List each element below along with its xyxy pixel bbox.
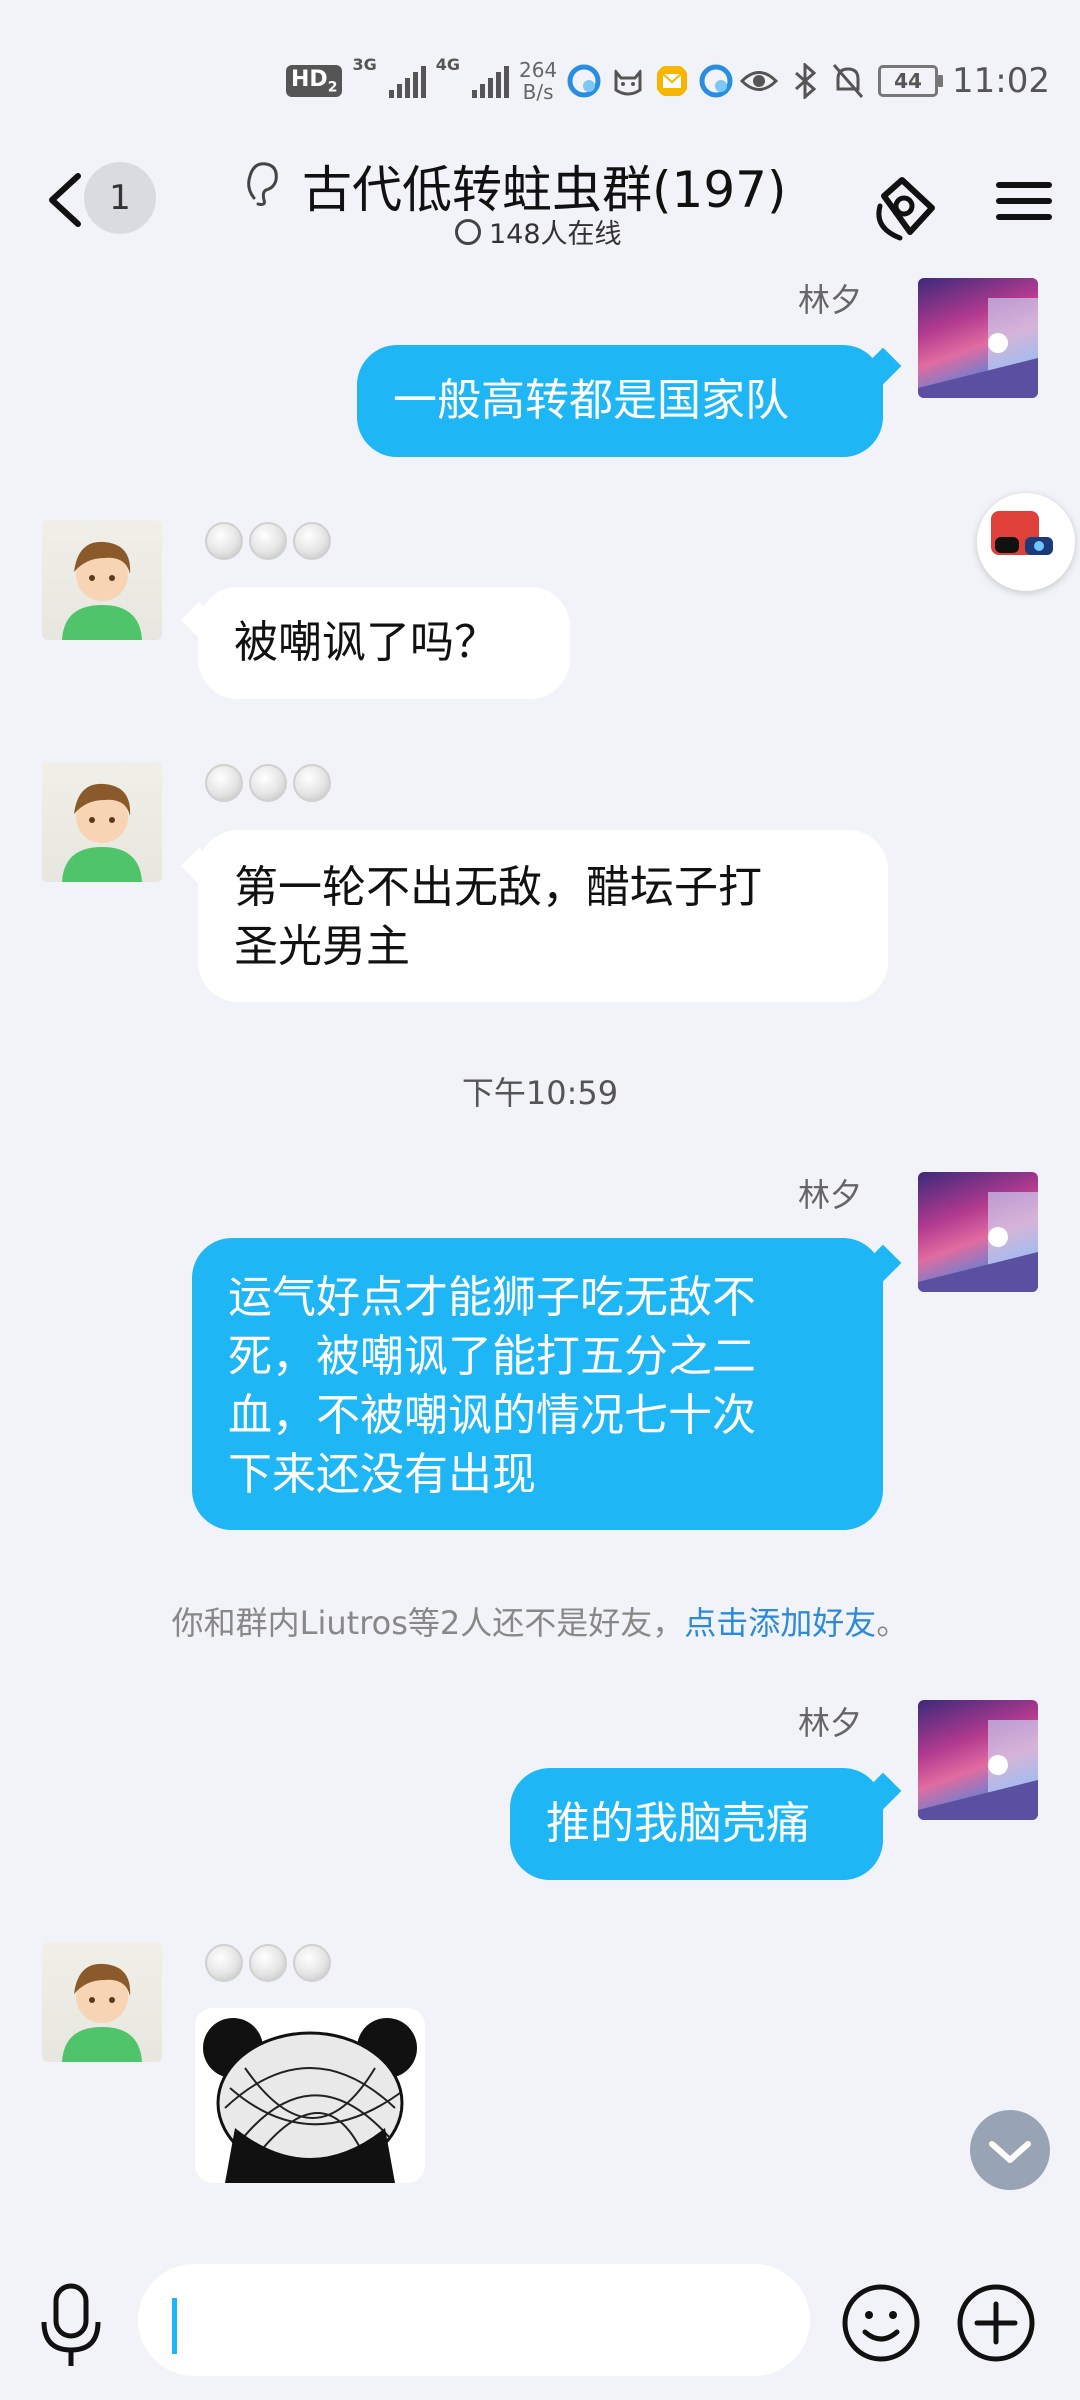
member-level-badges bbox=[205, 522, 331, 560]
status-left: HD2 3G 4G 264 B/s bbox=[286, 55, 733, 107]
mail-icon bbox=[657, 66, 688, 96]
level-badge-icon bbox=[205, 522, 243, 560]
avatar[interactable] bbox=[918, 1700, 1038, 1820]
input-bar bbox=[0, 2250, 1080, 2400]
panda-meme-sticker[interactable] bbox=[195, 2008, 425, 2183]
bluetooth-icon bbox=[795, 63, 817, 99]
avatar[interactable] bbox=[42, 1942, 162, 2062]
chevron-down-icon bbox=[455, 218, 481, 245]
unread-count-badge[interactable]: 1 bbox=[84, 162, 156, 234]
timestamp: 下午10:59 bbox=[461, 1074, 619, 1112]
online-status: 148人在线 bbox=[455, 212, 622, 251]
sender-name: 林夕 bbox=[798, 281, 863, 319]
ear-icon bbox=[247, 162, 278, 206]
message-input[interactable] bbox=[138, 2264, 810, 2376]
floating-pet-icon[interactable] bbox=[977, 493, 1075, 591]
chat-header: 1 古代低转蛀虫群(197) 148人在线 bbox=[0, 150, 1080, 265]
message-bubble[interactable]: 运气好点才能狮子吃无敌不 死，被嘲讽了能打五分之二 血，不被嘲讽的情况七十次 下… bbox=[192, 1238, 883, 1530]
member-level-badges bbox=[205, 1944, 331, 1982]
clock: 11:02 bbox=[952, 61, 1050, 101]
level-badge-icon bbox=[293, 1944, 331, 1982]
avatar[interactable] bbox=[42, 762, 162, 882]
level-badge-icon bbox=[293, 764, 331, 802]
avatar[interactable] bbox=[42, 520, 162, 640]
message-bubble[interactable]: 第一轮不出无敌，醋坛子打 圣光男主 bbox=[198, 830, 888, 1002]
emoji-icon[interactable] bbox=[840, 2282, 922, 2364]
network-3g-label: 3G bbox=[352, 55, 377, 74]
level-badge-icon bbox=[293, 522, 331, 560]
avatar[interactable] bbox=[918, 278, 1038, 398]
level-badge-icon bbox=[249, 522, 287, 560]
level-badge-icon bbox=[249, 1944, 287, 1982]
signal-icon bbox=[471, 64, 509, 98]
cat-icon bbox=[614, 67, 642, 96]
level-badge-icon bbox=[205, 764, 243, 802]
edge-icon bbox=[567, 64, 601, 98]
message-bubble[interactable]: 推的我脑壳痛 bbox=[510, 1768, 883, 1880]
battery-indicator: 44 bbox=[878, 65, 944, 97]
friend-suggestion-note: 你和群内Liutros等2人还不是好友，点击添加好友。 bbox=[171, 1604, 909, 1642]
edge-icon bbox=[699, 64, 733, 98]
member-level-badges bbox=[205, 764, 331, 802]
level-badge-icon bbox=[249, 764, 287, 802]
plus-icon[interactable] bbox=[955, 2282, 1037, 2364]
hd-badge: HD2 bbox=[286, 64, 343, 98]
message-bubble[interactable]: 被嘲讽了吗？ bbox=[198, 587, 570, 699]
eye-icon bbox=[740, 71, 779, 91]
status-right: 44 11:02 bbox=[740, 55, 1050, 107]
network-speed: 264 B/s bbox=[518, 58, 558, 104]
signal-icon bbox=[388, 64, 426, 98]
sender-name: 林夕 bbox=[798, 1176, 863, 1214]
microphone-icon[interactable] bbox=[36, 2280, 106, 2370]
tag-shortcut-icon[interactable] bbox=[870, 172, 942, 244]
menu-icon[interactable] bbox=[996, 174, 1052, 230]
online-count: 148人在线 bbox=[489, 219, 622, 250]
scroll-down-button[interactable] bbox=[970, 2110, 1050, 2190]
status-bar: HD2 3G 4G 264 B/s 44 11:02 bbox=[0, 0, 1080, 150]
message-bubble[interactable]: 一般高转都是国家队 bbox=[357, 345, 883, 457]
add-friend-link[interactable]: 点击添加好友 bbox=[684, 1604, 876, 1642]
level-badge-icon bbox=[205, 1944, 243, 1982]
avatar[interactable] bbox=[918, 1172, 1038, 1292]
network-4g-label: 4G bbox=[435, 55, 460, 74]
sender-name: 林夕 bbox=[798, 1704, 863, 1742]
bell-off-icon bbox=[832, 64, 864, 98]
